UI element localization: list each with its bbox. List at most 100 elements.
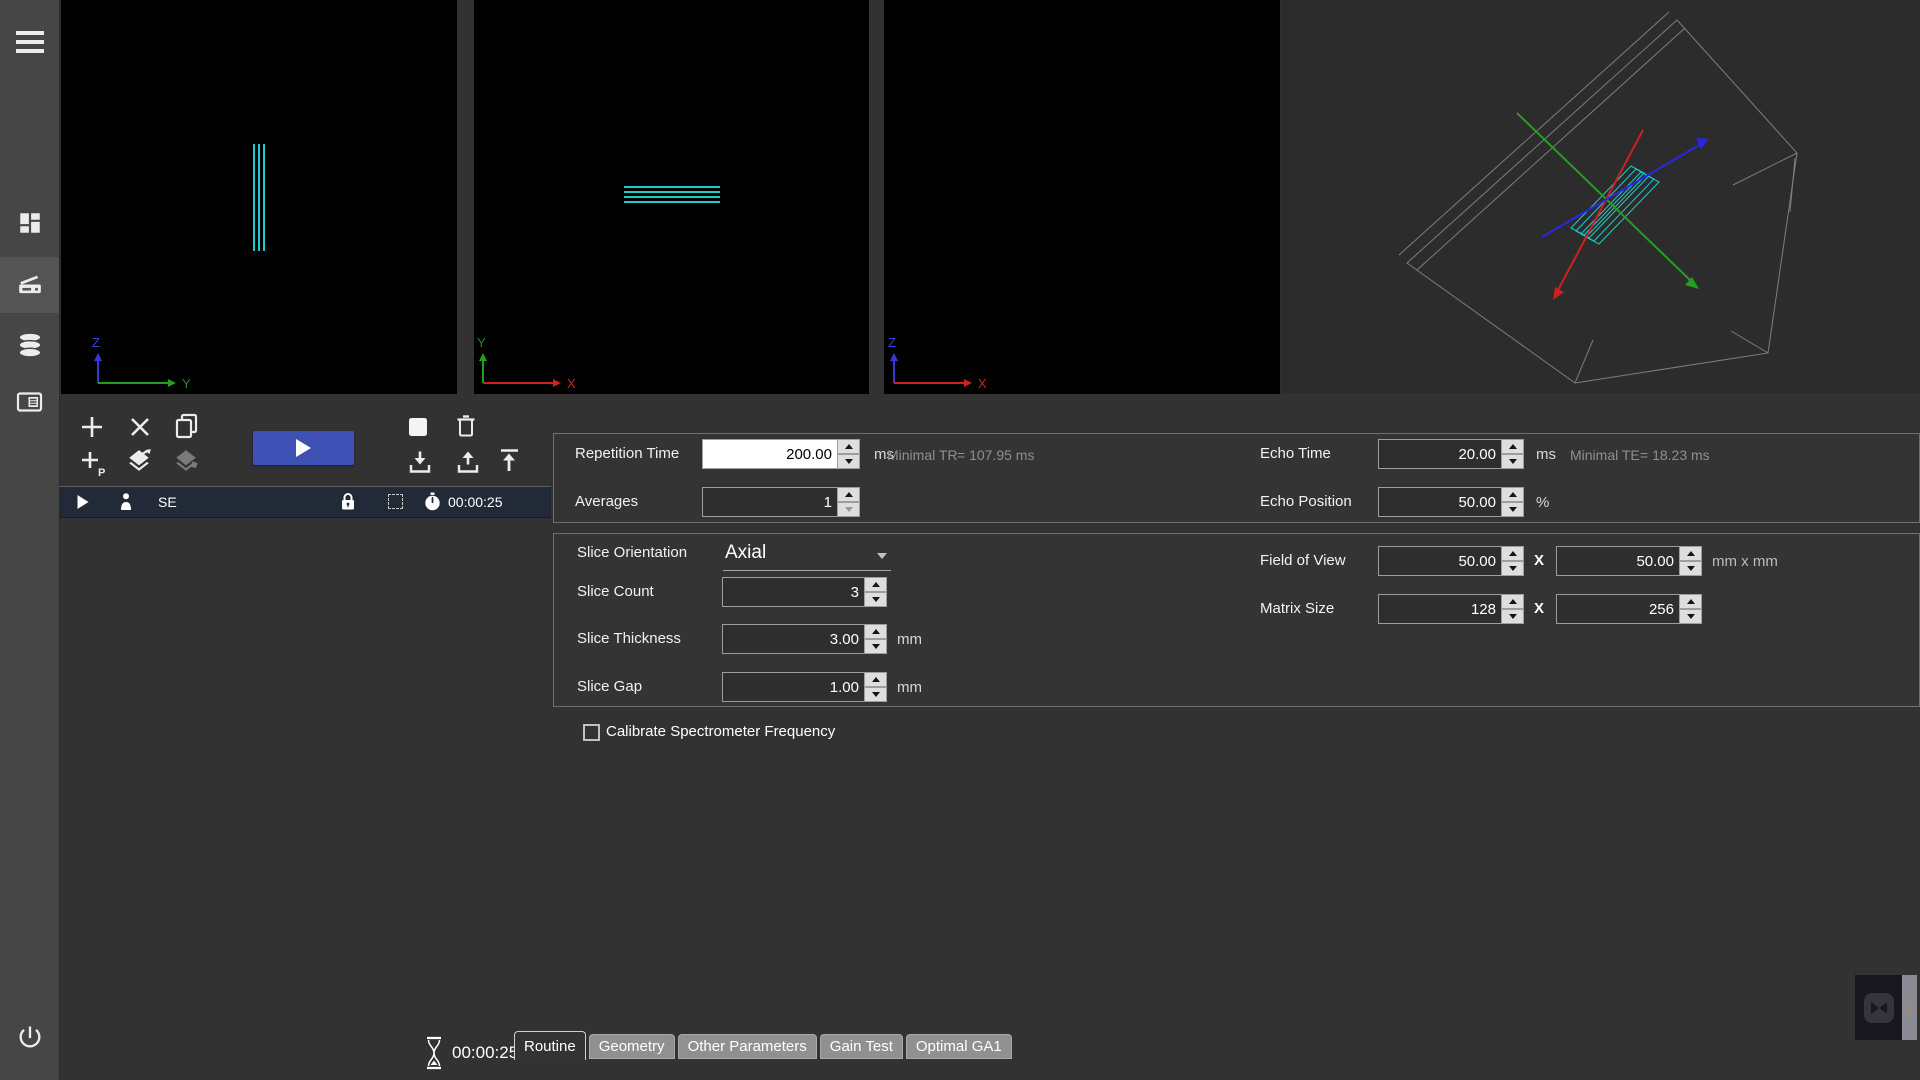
database-icon[interactable] bbox=[0, 332, 59, 358]
tab-routine[interactable]: Routine bbox=[514, 1031, 586, 1060]
spin-up[interactable] bbox=[1502, 594, 1524, 609]
echo-position-field[interactable]: 50.00 bbox=[1378, 487, 1524, 517]
tab-gain-test[interactable]: Gain Test bbox=[820, 1034, 903, 1059]
sequence-play-icon[interactable] bbox=[76, 494, 90, 510]
add-button[interactable] bbox=[79, 414, 105, 440]
spin-up[interactable] bbox=[1502, 546, 1524, 561]
echo-time-field[interactable]: 20.00 bbox=[1378, 439, 1524, 469]
repetition-time-field[interactable]: 200.00 bbox=[702, 439, 860, 469]
spin-up[interactable] bbox=[1502, 487, 1524, 502]
spin-down[interactable] bbox=[838, 454, 860, 469]
svg-text:X: X bbox=[978, 376, 987, 391]
drag-handle[interactable] bbox=[1902, 975, 1917, 1040]
registration-card-icon[interactable] bbox=[0, 390, 59, 414]
hourglass-icon bbox=[424, 1036, 444, 1070]
spin-up[interactable] bbox=[1502, 439, 1524, 454]
sequence-row[interactable]: SE 00:00:25 bbox=[59, 486, 551, 518]
matrix-x-value[interactable]: 128 bbox=[1378, 594, 1502, 624]
matrix-y-field[interactable]: 256 bbox=[1556, 594, 1702, 624]
power-icon[interactable] bbox=[0, 1023, 59, 1051]
slice-orientation-dropdown[interactable]: Axial bbox=[723, 540, 891, 571]
slice-thickness-field[interactable]: 3.00 bbox=[722, 624, 887, 654]
support-widget[interactable] bbox=[1855, 975, 1917, 1040]
slice-thickness-value[interactable]: 3.00 bbox=[722, 624, 865, 654]
spin-down[interactable] bbox=[865, 639, 887, 654]
export-layers-button[interactable] bbox=[125, 448, 153, 474]
matrix-x-field[interactable]: 128 bbox=[1378, 594, 1524, 624]
tab-optimal-ga1[interactable]: Optimal GA1 bbox=[906, 1034, 1012, 1059]
stopwatch-icon bbox=[424, 492, 441, 512]
close-button[interactable] bbox=[127, 414, 153, 440]
skip-bowtie-icon bbox=[1864, 993, 1894, 1023]
matrix-y-value[interactable]: 256 bbox=[1556, 594, 1680, 624]
viewport-3d[interactable] bbox=[1281, 0, 1920, 394]
fov-x-value[interactable]: 50.00 bbox=[1378, 546, 1502, 576]
layers-disabled-button bbox=[172, 448, 200, 474]
dashboard-icon[interactable] bbox=[0, 210, 59, 236]
slice-line[interactable] bbox=[253, 144, 255, 251]
viewport-coronal[interactable]: Y X bbox=[474, 0, 869, 394]
spin-down[interactable] bbox=[1680, 561, 1702, 576]
field-of-view-label: Field of View bbox=[1260, 552, 1346, 569]
add-protocol-button[interactable]: P bbox=[79, 447, 107, 477]
spin-down[interactable] bbox=[1680, 609, 1702, 624]
tab-geometry[interactable]: Geometry bbox=[589, 1034, 675, 1059]
download-button[interactable] bbox=[407, 449, 433, 475]
selection-box-icon[interactable] bbox=[388, 494, 403, 509]
upload-top-button[interactable] bbox=[495, 447, 523, 475]
spin-down[interactable] bbox=[1502, 561, 1524, 576]
spin-down[interactable] bbox=[1502, 454, 1524, 469]
spin-up[interactable] bbox=[865, 577, 887, 592]
upload-button[interactable] bbox=[455, 449, 481, 475]
stop-button[interactable] bbox=[406, 415, 430, 439]
slice-line[interactable] bbox=[624, 191, 720, 193]
slice-orientation-label: Slice Orientation bbox=[577, 544, 687, 561]
spin-up[interactable] bbox=[1680, 594, 1702, 609]
spin-down[interactable] bbox=[865, 687, 887, 702]
slice-line[interactable] bbox=[624, 201, 720, 203]
fov-y-field[interactable]: 50.00 bbox=[1556, 546, 1702, 576]
slice-gap-field[interactable]: 1.00 bbox=[722, 672, 887, 702]
fov-y-value[interactable]: 50.00 bbox=[1556, 546, 1680, 576]
slice-line[interactable] bbox=[258, 144, 260, 251]
spin-up[interactable] bbox=[838, 439, 860, 454]
lock-icon[interactable] bbox=[340, 492, 356, 511]
slice-line[interactable] bbox=[263, 144, 265, 251]
slice-count-value[interactable]: 3 bbox=[722, 577, 865, 607]
spin-down[interactable] bbox=[865, 592, 887, 607]
spin-down[interactable] bbox=[1502, 502, 1524, 517]
delete-button[interactable] bbox=[453, 413, 479, 441]
svg-text:X: X bbox=[567, 376, 576, 391]
slice-line[interactable] bbox=[624, 186, 720, 188]
repetition-time-value[interactable]: 200.00 bbox=[702, 439, 838, 469]
minimal-tr-label: Minimal TR bbox=[887, 447, 958, 463]
minimal-te-label: Minimal TE bbox=[1570, 447, 1640, 463]
scanner-icon[interactable] bbox=[0, 272, 59, 298]
slice-line[interactable] bbox=[624, 196, 720, 198]
menu-icon[interactable] bbox=[0, 31, 59, 53]
slice-gap-value[interactable]: 1.00 bbox=[722, 672, 865, 702]
averages-field[interactable]: 1 bbox=[702, 487, 860, 517]
play-icon bbox=[296, 439, 311, 457]
tab-other-parameters[interactable]: Other Parameters bbox=[678, 1034, 817, 1059]
spin-up[interactable] bbox=[865, 624, 887, 639]
spin-up[interactable] bbox=[865, 672, 887, 687]
averages-value[interactable]: 1 bbox=[702, 487, 838, 517]
sidebar bbox=[0, 0, 60, 1080]
echo-position-value[interactable]: 50.00 bbox=[1378, 487, 1502, 517]
sequence-duration: 00:00:25 bbox=[448, 494, 503, 510]
duplicate-button[interactable] bbox=[173, 412, 200, 440]
run-button[interactable] bbox=[253, 431, 354, 465]
calibrate-checkbox[interactable] bbox=[583, 724, 600, 741]
viewport-axial[interactable]: Z X bbox=[884, 0, 1280, 394]
calibrate-label: Calibrate Spectrometer Frequency bbox=[606, 723, 835, 740]
spin-down[interactable] bbox=[838, 502, 860, 517]
spin-up[interactable] bbox=[838, 487, 860, 502]
echo-time-value[interactable]: 20.00 bbox=[1378, 439, 1502, 469]
viewport-sagittal[interactable]: Z Y bbox=[61, 0, 457, 394]
spin-up[interactable] bbox=[1680, 546, 1702, 561]
fov-x-field[interactable]: 50.00 bbox=[1378, 546, 1524, 576]
support-widget-body[interactable] bbox=[1855, 975, 1902, 1040]
slice-count-field[interactable]: 3 bbox=[722, 577, 887, 607]
spin-down[interactable] bbox=[1502, 609, 1524, 624]
